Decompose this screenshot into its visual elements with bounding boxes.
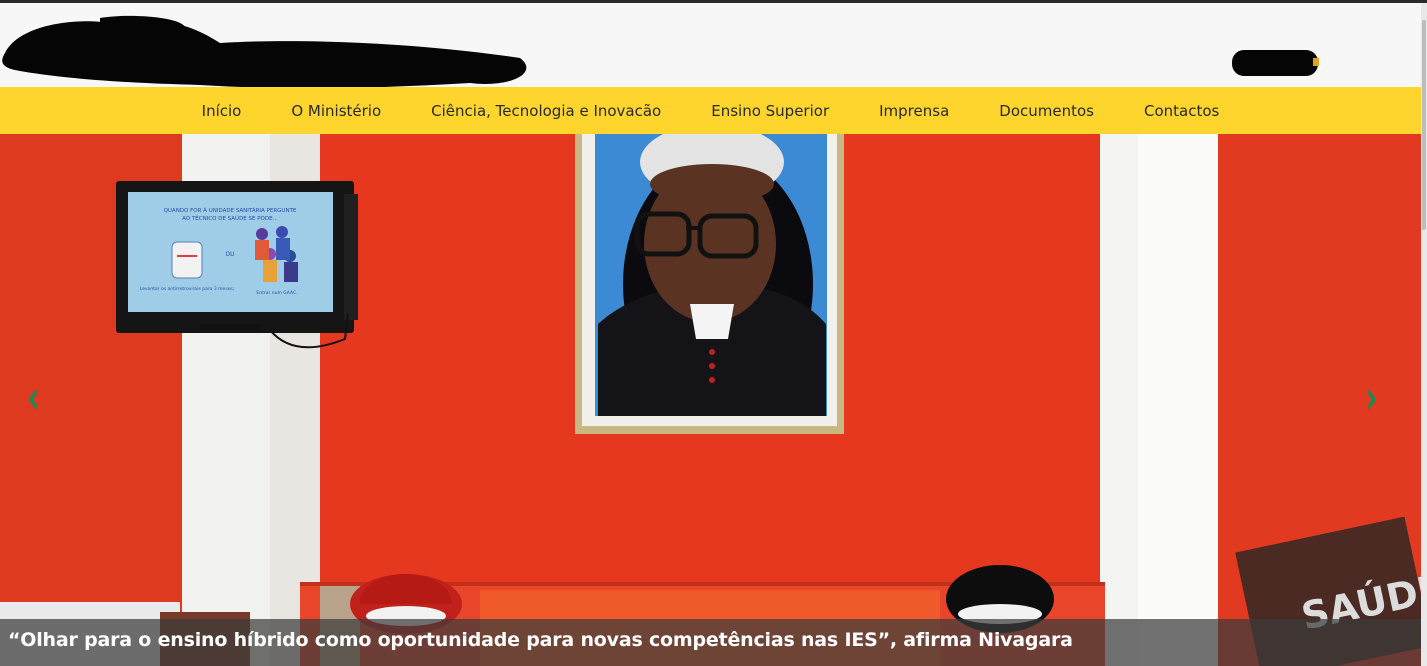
main-navigation: Início O Ministério Ciência, Tecnologia …: [0, 87, 1421, 134]
hero-slider: QUANDO FOR À UNIDADE SANITÁRIA PERGUNTE …: [0, 134, 1421, 666]
slide-caption-bar: “Olhar para o ensino híbrido como oportu…: [0, 619, 1421, 666]
nav-item-contactos[interactable]: Contactos: [1119, 102, 1244, 120]
tv-right-caption: Entrar num GAAC.: [256, 290, 297, 296]
slider-prev-button[interactable]: ‹: [28, 374, 39, 420]
nav-item-ensino-superior[interactable]: Ensino Superior: [686, 102, 854, 120]
nav-item-inicio[interactable]: Início: [177, 102, 267, 120]
tv-ou: OU: [225, 251, 234, 258]
redacted-flag: [1232, 50, 1318, 76]
scrollbar-thumb[interactable]: [1422, 20, 1426, 230]
slider-next-button[interactable]: ›: [1366, 374, 1377, 420]
nav-item-ciencia[interactable]: Ciência, Tecnologia e Inovacão: [406, 102, 686, 120]
nav-item-ministerio[interactable]: O Ministério: [266, 102, 406, 120]
site-header: [0, 3, 1421, 89]
slide-caption[interactable]: “Olhar para o ensino híbrido como oportu…: [8, 629, 1073, 651]
tv-line1: QUANDO FOR À UNIDADE SANITÁRIA PERGUNTE: [164, 207, 297, 214]
redacted-logo: [0, 13, 530, 89]
tv-line2: AO TÉCNICO DE SAÚDE SE PODE...: [182, 214, 278, 222]
nav-menu: Início O Ministério Ciência, Tecnologia …: [177, 102, 1245, 120]
nav-item-imprensa[interactable]: Imprensa: [854, 102, 974, 120]
tv-left-caption: Levantar os antirretrovirais para 3 mese…: [140, 286, 235, 292]
flag-corner: [1313, 58, 1319, 66]
hero-image: QUANDO FOR À UNIDADE SANITÁRIA PERGUNTE …: [0, 134, 1421, 666]
nav-item-documentos[interactable]: Documentos: [974, 102, 1119, 120]
